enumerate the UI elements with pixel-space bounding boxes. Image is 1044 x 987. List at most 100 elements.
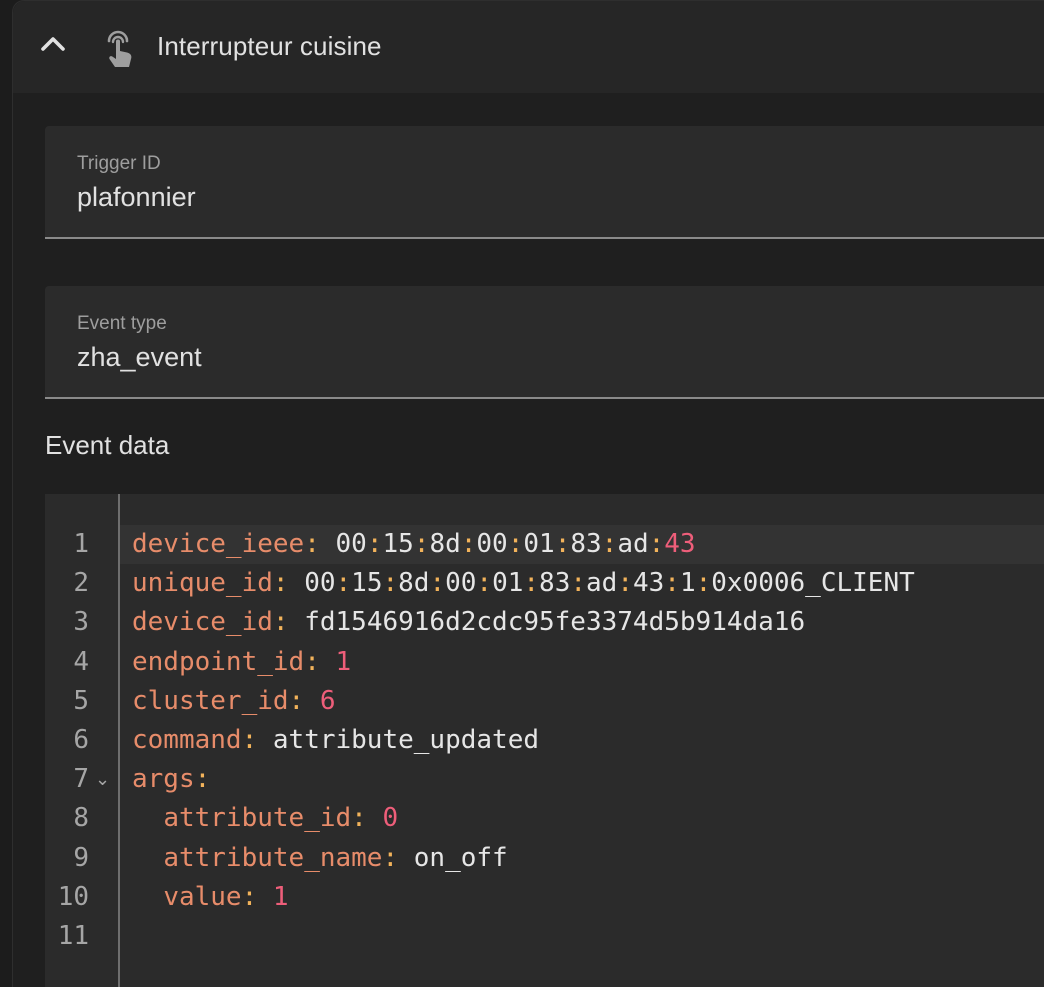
- code-key: device_ieee: [132, 529, 305, 559]
- line-number: 3: [73, 607, 89, 638]
- fold-chevron-icon[interactable]: ⌄: [95, 760, 113, 799]
- line-number: 7: [73, 764, 89, 795]
- code-number: 43: [664, 529, 696, 559]
- code-punctuation: :: [570, 568, 587, 599]
- code-punctuation: :: [476, 568, 493, 599]
- code-number: 1: [335, 646, 352, 677]
- trigger-id-field[interactable]: Trigger ID plafonnier: [45, 126, 1044, 239]
- code-content: value: 1: [132, 878, 289, 917]
- code-punctuation: :: [366, 529, 383, 559]
- code-string: fd1546916d2cdc95fe3374d5b914da16: [304, 607, 806, 638]
- code-string: 00: [335, 529, 367, 559]
- code-punctuation: :: [460, 529, 477, 559]
- code-content: command: attribute_updated: [132, 721, 539, 760]
- code-content: device_id: fd1546916d2cdc95fe3374d5b914d…: [132, 603, 805, 642]
- code-key: attribute_name: [163, 842, 383, 873]
- code-punctuation: :: [382, 568, 399, 599]
- line-number: 2: [73, 568, 89, 599]
- trigger-card-header[interactable]: Interrupteur cuisine: [13, 1, 1044, 93]
- code-punctuation: :: [288, 685, 305, 716]
- code-number: 6: [319, 685, 336, 716]
- code-key: device_id: [132, 607, 273, 638]
- line-number: 8: [73, 803, 89, 834]
- code-string: ad: [586, 568, 618, 599]
- event-type-field[interactable]: Event type zha_event: [45, 286, 1044, 399]
- code-content: attribute_name: on_off: [132, 839, 508, 878]
- line-number: 10: [57, 881, 89, 912]
- code-line[interactable]: 5 cluster_id: 6: [45, 682, 1044, 721]
- code-string: 15: [382, 529, 414, 559]
- code-punctuation: :: [695, 568, 712, 599]
- gesture-tap-icon: [107, 30, 132, 67]
- code-punctuation: :: [335, 568, 352, 599]
- code-string: 1: [679, 568, 696, 599]
- line-number: 1: [73, 529, 89, 559]
- event-type-input[interactable]: zha_event: [77, 342, 202, 373]
- code-content: unique_id: 00:15:8d:00:01:83:ad:43:1:0x0…: [132, 564, 915, 603]
- line-number: 4: [73, 646, 89, 677]
- code-string: ad: [617, 529, 649, 559]
- code-punctuation: :: [272, 568, 289, 599]
- code-key: endpoint_id: [132, 646, 305, 677]
- code-punctuation: :: [601, 529, 618, 559]
- code-string: 43: [632, 568, 665, 599]
- code-punctuation: :: [507, 529, 524, 559]
- code-punctuation: :: [617, 568, 633, 599]
- line-number: 9: [73, 842, 89, 873]
- code-line[interactable]: 7 ⌄ args:: [45, 760, 1044, 799]
- code-punctuation: :: [382, 842, 399, 873]
- code-key: cluster_id: [132, 685, 289, 716]
- code-number: 0: [382, 803, 399, 834]
- code-punctuation: :: [523, 568, 540, 599]
- code-string: 15: [351, 568, 383, 599]
- code-key: unique_id: [132, 568, 273, 599]
- code-string: on_off: [413, 842, 508, 873]
- code-string: 8d: [429, 529, 461, 559]
- code-content: device_ieee: 00:15:8d:00:01:83:ad:43: [132, 525, 696, 564]
- code-string: 00: [445, 568, 477, 599]
- code-content: cluster_id: 6: [132, 682, 336, 721]
- code-string: 00: [304, 568, 336, 599]
- line-number: 5: [73, 685, 89, 716]
- code-punctuation: :: [304, 529, 320, 559]
- code-content: endpoint_id: 1: [132, 643, 351, 682]
- chevron-up-icon[interactable]: [38, 28, 68, 58]
- code-line[interactable]: 3 device_id: fd1546916d2cdc95fe3374d5b914…: [45, 603, 1044, 642]
- trigger-id-label: Trigger ID: [77, 153, 161, 174]
- code-punctuation: :: [554, 529, 571, 559]
- line-number: 11: [57, 921, 89, 951]
- code-line[interactable]: 4 endpoint_id: 1: [45, 643, 1044, 682]
- code-punctuation: :: [194, 764, 211, 795]
- code-key: attribute_id: [163, 803, 352, 834]
- code-punctuation: :: [429, 568, 446, 599]
- trigger-id-input[interactable]: plafonnier: [77, 182, 196, 213]
- code-key: args: [132, 764, 195, 795]
- code-string: 01: [492, 568, 524, 599]
- code-line[interactable]: 9 attribute_name: on_off: [45, 839, 1044, 878]
- code-line[interactable]: 10 value: 1: [45, 878, 1044, 917]
- code-punctuation: :: [241, 725, 258, 755]
- code-punctuation: :: [272, 607, 289, 638]
- code-punctuation: :: [413, 529, 430, 559]
- code-number: 1: [272, 881, 289, 912]
- code-punctuation: :: [304, 646, 320, 677]
- trigger-title[interactable]: Interrupteur cuisine: [157, 31, 382, 62]
- code-line[interactable]: 6 command: attribute_updated: [45, 721, 1044, 760]
- code-line[interactable]: 8 attribute_id: 0: [45, 799, 1044, 838]
- event-data-title: Event data: [45, 430, 170, 460]
- code-content: args:: [132, 760, 210, 799]
- code-key: value: [163, 881, 242, 912]
- code-line[interactable]: 11: [45, 917, 1044, 956]
- event-type-label: Event type: [77, 313, 167, 334]
- code-string: 83: [570, 529, 602, 559]
- code-string: 8d: [398, 568, 430, 599]
- code-punctuation: :: [351, 803, 367, 834]
- code-line[interactable]: 1 device_ieee: 00:15:8d:00:01:83:ad:43: [45, 525, 1044, 564]
- code-punctuation: :: [648, 529, 665, 559]
- code-string: 01: [523, 529, 555, 559]
- code-string: attribute_updated: [272, 725, 539, 755]
- code-line[interactable]: 2 unique_id: 00:15:8d:00:01:83:ad:43:1:0x…: [45, 564, 1044, 603]
- event-data-code-editor[interactable]: 1 device_ieee: 00:15:8d:00:01:83:ad:43 2 un…: [45, 494, 1044, 987]
- code-punctuation: :: [241, 881, 258, 912]
- code-key: command: [132, 725, 242, 755]
